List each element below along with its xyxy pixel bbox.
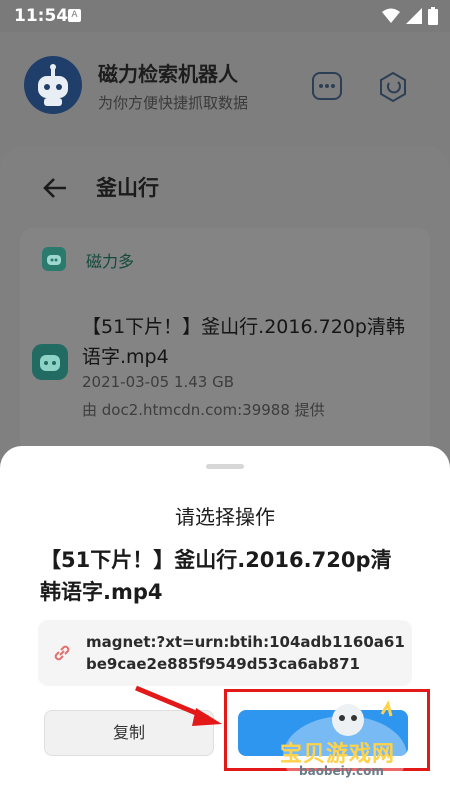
sheet-title: 请选择操作 [175,505,275,529]
battery-icon [428,7,438,25]
file-robot-icon [32,344,68,380]
robot-avatar [24,56,82,114]
wifi-icon [382,8,400,23]
magnet-link-text[interactable]: magnet:?xt=urn:btih:104adb1160a61be9cae2… [86,631,406,675]
result-file-name: 【51下片！】釜山行.2016.720p清韩语字.mp4 [82,316,405,368]
result-source-line: 由 doc2.htmcdn.com:39988 提供 [82,401,325,419]
source-robot-icon [42,247,66,271]
watermark-url: baobeiy.com [299,764,384,778]
robot-icon [38,64,68,106]
status-icons [382,7,438,25]
arrow-left-icon [43,178,66,198]
app-title: 磁力检索机器人 [98,62,238,86]
result-meta: 2021-03-05 1.43 GB [82,373,235,391]
sheet-file-name: 【51下片！】釜山行.2016.720p清韩语字.mp4 [40,548,392,604]
signal-icon [406,8,422,24]
status-bar: 11:54 A [0,0,450,32]
chat-icon [319,84,335,88]
status-time: 11:54 [14,6,69,26]
page-title: 釜山行 [96,176,159,200]
notification-icon: A [68,9,81,22]
settings-button[interactable] [376,70,410,104]
app-subtitle: 为你方便快捷抓取数据 [98,94,249,112]
back-button[interactable] [40,173,70,203]
hexagon-settings-icon [380,71,406,103]
chat-button[interactable] [312,72,342,100]
link-icon [50,641,74,665]
annotation-arrow-icon [135,685,222,726]
source-name: 磁力多 [86,252,135,271]
sheet-drag-handle[interactable] [206,464,244,469]
